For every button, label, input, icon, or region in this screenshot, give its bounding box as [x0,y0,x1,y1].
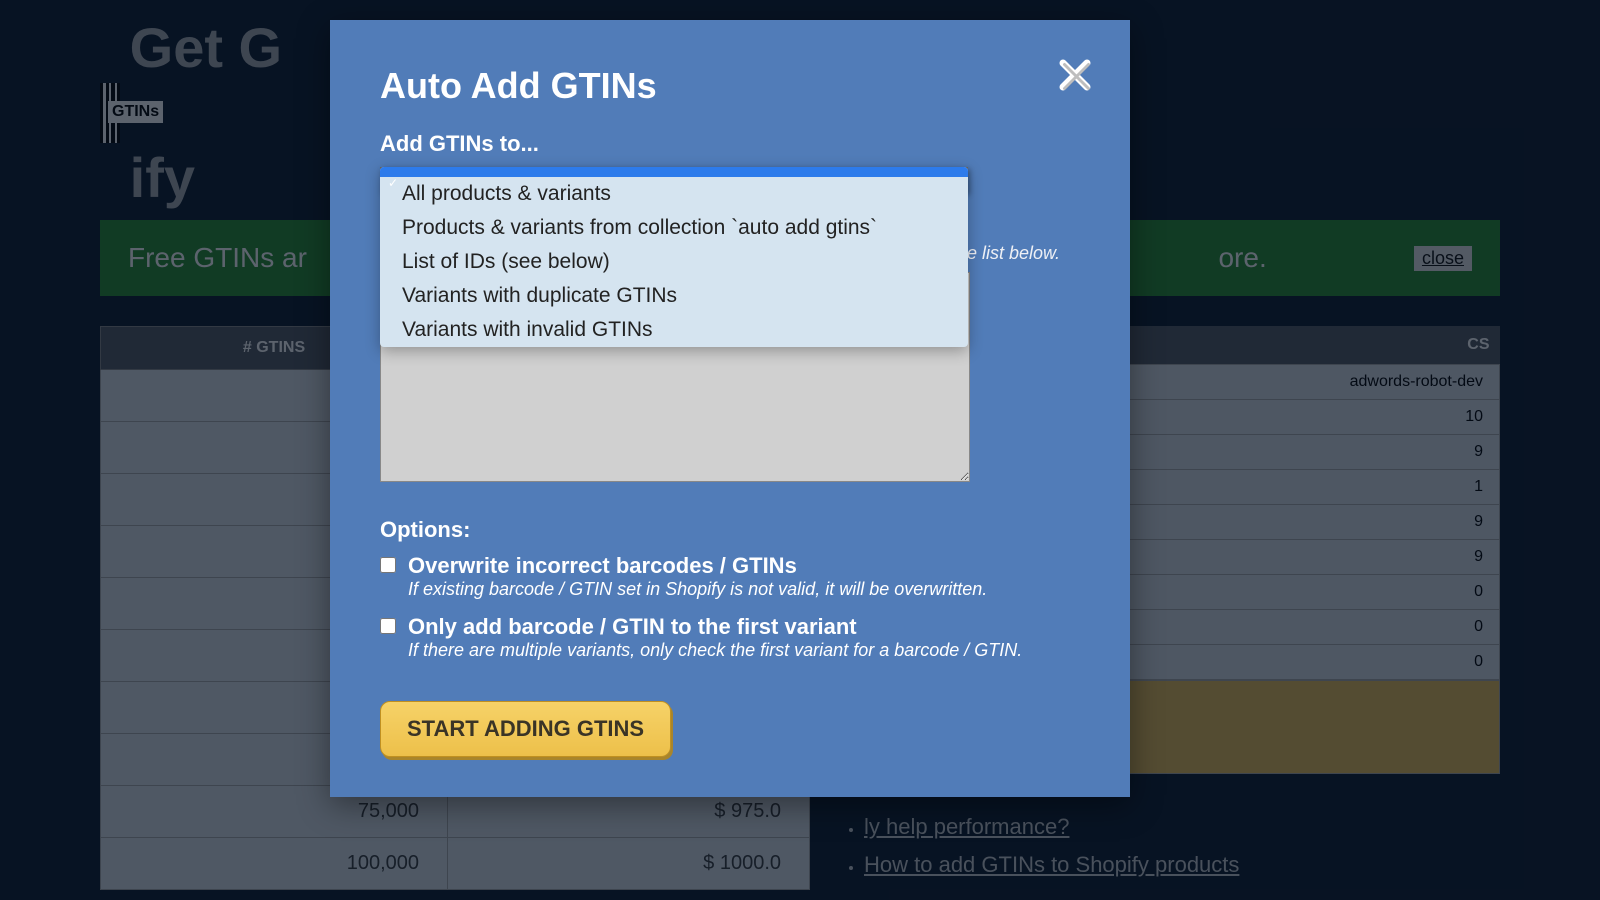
add-to-label: Add GTINs to... [380,131,1080,157]
overwrite-label: Overwrite incorrect barcodes / GTINs [408,553,987,579]
dropdown-option-invalid[interactable]: Variants with invalid GTINs [380,313,968,347]
dropdown-option-duplicate[interactable]: Variants with duplicate GTINs [380,279,968,313]
dropdown-option-all[interactable]: All products & variants [380,177,968,211]
options-header: Options: [380,517,1080,543]
overwrite-checkbox[interactable] [380,557,396,573]
dropdown-option-collection[interactable]: Products & variants from collection `aut… [380,211,968,245]
auto-add-gtins-modal: Auto Add GTINs Add GTINs to... All produ… [330,20,1130,797]
dropdown-option-blank[interactable] [380,167,968,177]
modal-close-button[interactable] [1055,55,1095,95]
modal-title: Auto Add GTINs [380,65,1080,107]
first-variant-checkbox[interactable] [380,618,396,634]
first-variant-desc: If there are multiple variants, only che… [408,640,1022,661]
start-adding-button[interactable]: START ADDING GTINS [380,701,671,757]
overwrite-desc: If existing barcode / GTIN set in Shopif… [408,579,987,600]
first-variant-label: Only add barcode / GTIN to the first var… [408,614,1022,640]
dropdown-option-ids[interactable]: List of IDs (see below) [380,245,968,279]
target-select-dropdown: All products & variants Products & varia… [380,167,968,347]
